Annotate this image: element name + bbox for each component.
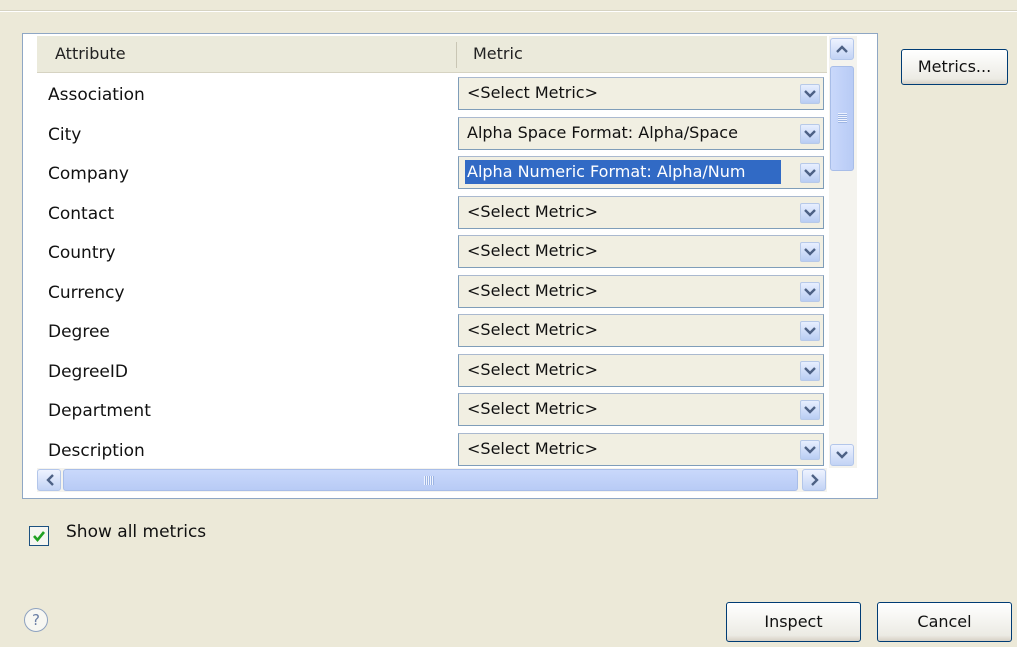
table-row[interactable]: Degree <Select Metric> <box>37 311 827 351</box>
scroll-left-button[interactable] <box>37 469 61 491</box>
vertical-scroll-thumb[interactable] <box>830 66 854 171</box>
metric-dropdown[interactable]: Alpha Space Format: Alpha/Space <box>458 116 824 150</box>
metric-dropdown[interactable]: <Select Metric> <box>458 235 824 268</box>
metric-dropdown-value: <Select Metric> <box>467 320 598 339</box>
dropdown-arrow-button[interactable] <box>800 202 820 223</box>
metrics-button[interactable]: Metrics... <box>901 49 1008 85</box>
metric-dropdown[interactable]: <Select Metric> <box>458 393 824 426</box>
chevron-up-icon <box>836 45 848 53</box>
attribute-cell: Description <box>48 440 145 461</box>
scroll-up-button[interactable] <box>830 38 854 60</box>
table-header: Attribute Metric <box>37 36 827 73</box>
vertical-scrollbar[interactable] <box>829 36 857 468</box>
show-all-metrics-label[interactable]: Show all metrics <box>66 522 206 542</box>
chevron-down-icon <box>804 169 816 177</box>
dropdown-arrow-button[interactable] <box>800 123 820 144</box>
metric-dropdown-value: <Select Metric> <box>467 241 598 260</box>
table-row[interactable]: DegreeID <Select Metric> <box>37 351 827 391</box>
help-icon[interactable]: ? <box>24 608 48 632</box>
attribute-cell: Association <box>48 85 145 105</box>
dropdown-arrow-button[interactable] <box>800 439 820 460</box>
chevron-down-icon <box>836 451 848 459</box>
scroll-thumb-grip <box>424 476 434 485</box>
column-header-attribute[interactable]: Attribute <box>55 36 126 72</box>
chevron-down-icon <box>804 248 816 256</box>
chevron-down-icon <box>804 287 816 296</box>
dialog-separator <box>0 10 1017 12</box>
chevron-down-icon <box>804 445 816 454</box>
metric-dropdown-value: Alpha Space Format: Alpha/Space <box>467 122 738 142</box>
metric-dropdown-value: <Select Metric> <box>467 280 598 300</box>
metric-dropdown-value: <Select Metric> <box>467 201 598 221</box>
chevron-down-icon <box>804 90 816 98</box>
metric-dropdown-value: <Select Metric> <box>467 399 598 418</box>
horizontal-scroll-thumb[interactable] <box>63 469 798 491</box>
chevron-down-icon <box>804 366 816 375</box>
inspect-button[interactable]: Inspect <box>726 602 861 642</box>
dropdown-arrow-button[interactable] <box>800 163 820 183</box>
scroll-down-button[interactable] <box>830 444 854 466</box>
metric-dropdown[interactable]: <Select Metric> <box>458 353 824 387</box>
table-row[interactable]: Company Alpha Numeric Format: Alpha/Num <box>37 153 827 193</box>
metric-dropdown[interactable]: <Select Metric> <box>458 432 824 466</box>
table-row[interactable]: Currency <Select Metric> <box>37 272 827 312</box>
attribute-cell: Contact <box>48 203 115 224</box>
metric-dropdown[interactable]: <Select Metric> <box>458 314 824 347</box>
show-all-metrics-checkbox[interactable] <box>29 526 49 546</box>
table-body: Association <Select Metric> City Alpha Spac… <box>37 74 827 466</box>
dropdown-arrow-button[interactable] <box>800 321 820 341</box>
metric-dropdown-value: Alpha Numeric Format: Alpha/Num <box>465 160 781 184</box>
chevron-down-icon <box>804 129 816 138</box>
column-header-metric[interactable]: Metric <box>473 36 523 72</box>
metric-dropdown-value: <Select Metric> <box>467 359 598 379</box>
attribute-cell: Currency <box>48 282 125 303</box>
attribute-metric-table: Attribute Metric Association <Select Metr… <box>22 33 878 499</box>
chevron-right-icon <box>811 474 819 486</box>
chevron-down-icon <box>804 208 816 217</box>
table-row[interactable]: Association <Select Metric> <box>37 74 827 114</box>
chevron-down-icon <box>804 406 816 414</box>
dropdown-arrow-button[interactable] <box>800 281 820 302</box>
table-row[interactable]: City Alpha Space Format: Alpha/Space <box>37 114 827 154</box>
metric-dropdown-value: <Select Metric> <box>467 83 598 102</box>
chevron-down-icon <box>804 327 816 335</box>
metric-dropdown[interactable]: <Select Metric> <box>458 77 824 110</box>
metric-dropdown[interactable]: <Select Metric> <box>458 195 824 229</box>
metric-dropdown-value: <Select Metric> <box>467 438 598 458</box>
dropdown-arrow-button[interactable] <box>800 360 820 381</box>
table-row[interactable]: Department <Select Metric> <box>37 390 827 430</box>
dropdown-arrow-button[interactable] <box>800 242 820 262</box>
column-separator[interactable] <box>456 42 457 68</box>
attribute-cell: Department <box>48 401 151 421</box>
scroll-right-button[interactable] <box>802 469 826 491</box>
chevron-left-icon <box>46 474 54 486</box>
table-row[interactable]: Description <Select Metric> <box>37 430 827 467</box>
attribute-cell: Country <box>48 243 116 263</box>
cancel-button[interactable]: Cancel <box>877 602 1012 642</box>
attribute-cell: Degree <box>48 322 110 342</box>
horizontal-scrollbar[interactable] <box>37 468 827 492</box>
metric-dropdown[interactable]: <Select Metric> <box>458 274 824 308</box>
dropdown-arrow-button[interactable] <box>800 400 820 420</box>
scroll-thumb-grip <box>838 113 847 123</box>
attribute-cell: Company <box>48 164 129 184</box>
table-row[interactable]: Contact <Select Metric> <box>37 193 827 233</box>
metric-dropdown[interactable]: Alpha Numeric Format: Alpha/Num <box>458 156 824 189</box>
attribute-cell: City <box>48 124 82 145</box>
table-row[interactable]: Country <Select Metric> <box>37 232 827 272</box>
check-icon <box>33 531 46 543</box>
dropdown-arrow-button[interactable] <box>800 84 820 104</box>
attribute-cell: DegreeID <box>48 361 128 382</box>
